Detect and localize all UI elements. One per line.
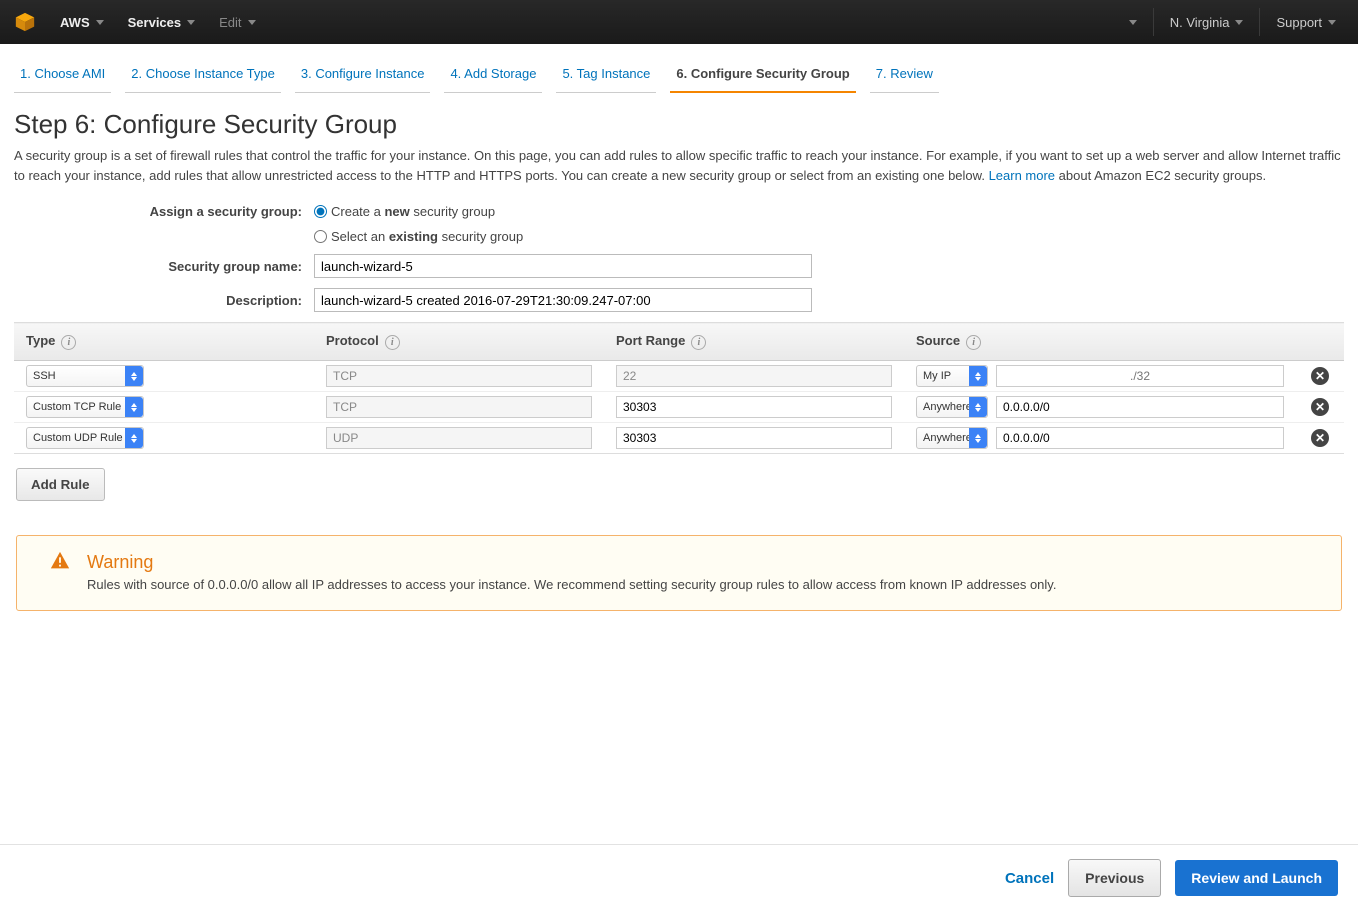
th-source: Source [916,333,960,348]
rule-source-select[interactable]: Anywhere [916,427,988,449]
rule-source-input[interactable] [996,427,1284,449]
page-description: A security group is a set of firewall ru… [14,146,1344,186]
review-launch-button[interactable]: Review and Launch [1175,860,1338,896]
rule-type-select[interactable]: SSH [26,365,144,387]
sg-desc-input[interactable] [314,288,812,312]
rules-table: Typei Protocoli Port Rangei Sourcei SSHM… [14,322,1344,454]
warning-title: Warning [87,552,1321,573]
th-port: Port Range [616,333,685,348]
info-icon[interactable]: i [385,335,400,350]
assign-sg-label: Assign a security group: [14,204,314,219]
rule-row: Custom TCP Rule Anywhere ✕ [14,392,1344,423]
wizard-step[interactable]: 6. Configure Security Group [670,58,855,93]
rule-protocol-input [326,396,592,418]
footer: Cancel Previous Review and Launch [0,844,1358,911]
info-icon[interactable]: i [691,335,706,350]
nav-region[interactable]: N. Virginia [1162,3,1252,42]
aws-cube-icon [14,11,36,33]
create-new-sg-radio[interactable] [314,205,327,218]
wizard-step[interactable]: 5. Tag Instance [556,58,656,93]
caret-down-icon [1129,20,1137,25]
rule-row: Custom UDP Rule Anywhere ✕ [14,423,1344,454]
select-existing-sg-label: Select an existing security group [331,229,523,244]
sg-desc-label: Description: [14,293,314,308]
rule-protocol-input [326,365,592,387]
wizard-step[interactable]: 4. Add Storage [444,58,542,93]
nav-support[interactable]: Support [1268,3,1344,42]
th-protocol: Protocol [326,333,379,348]
top-nav: AWS Services Edit N. Virginia Support [0,0,1358,44]
wizard-step[interactable]: 2. Choose Instance Type [125,58,281,93]
cancel-button[interactable]: Cancel [1005,870,1054,887]
remove-rule-button[interactable]: ✕ [1311,429,1329,447]
nav-services[interactable]: Services [118,3,206,42]
page-title: Step 6: Configure Security Group [14,109,1344,140]
rule-type-select[interactable]: Custom TCP Rule [26,396,144,418]
learn-more-link[interactable]: Learn more [989,168,1055,183]
rule-port-input[interactable] [616,396,892,418]
info-icon[interactable]: i [61,335,76,350]
wizard-step[interactable]: 1. Choose AMI [14,58,111,93]
warning-icon [49,550,71,578]
create-new-sg-label: Create a new security group [331,204,495,219]
add-rule-button[interactable]: Add Rule [16,468,105,501]
sg-name-label: Security group name: [14,259,314,274]
caret-down-icon [1235,20,1243,25]
rule-row: SSH My IP ✕ [14,361,1344,392]
wizard-step[interactable]: 3. Configure Instance [295,58,431,93]
caret-down-icon [187,20,195,25]
previous-button[interactable]: Previous [1068,859,1161,897]
caret-down-icon [96,20,104,25]
wizard-steps: 1. Choose AMI 2. Choose Instance Type 3. C… [0,44,1358,93]
rule-source-input[interactable] [996,396,1284,418]
info-icon[interactable]: i [966,335,981,350]
th-type: Type [26,333,55,348]
rule-source-input[interactable] [996,365,1284,387]
rule-protocol-input [326,427,592,449]
nav-edit[interactable]: Edit [209,3,265,42]
wizard-step[interactable]: 7. Review [870,58,939,93]
rule-source-select[interactable]: My IP [916,365,988,387]
remove-rule-button[interactable]: ✕ [1311,398,1329,416]
rule-port-input [616,365,892,387]
sg-name-input[interactable] [314,254,812,278]
remove-rule-button[interactable]: ✕ [1311,367,1329,385]
warning-msg: Rules with source of 0.0.0.0/0 allow all… [87,577,1321,592]
select-existing-sg-radio[interactable] [314,230,327,243]
rule-type-select[interactable]: Custom UDP Rule [26,427,144,449]
warning-box: Warning Rules with source of 0.0.0.0/0 a… [16,535,1342,611]
nav-account[interactable] [1121,8,1145,37]
rule-source-select[interactable]: Anywhere [916,396,988,418]
caret-down-icon [1328,20,1336,25]
rule-port-input[interactable] [616,427,892,449]
caret-down-icon [248,20,256,25]
nav-aws[interactable]: AWS [50,3,114,42]
